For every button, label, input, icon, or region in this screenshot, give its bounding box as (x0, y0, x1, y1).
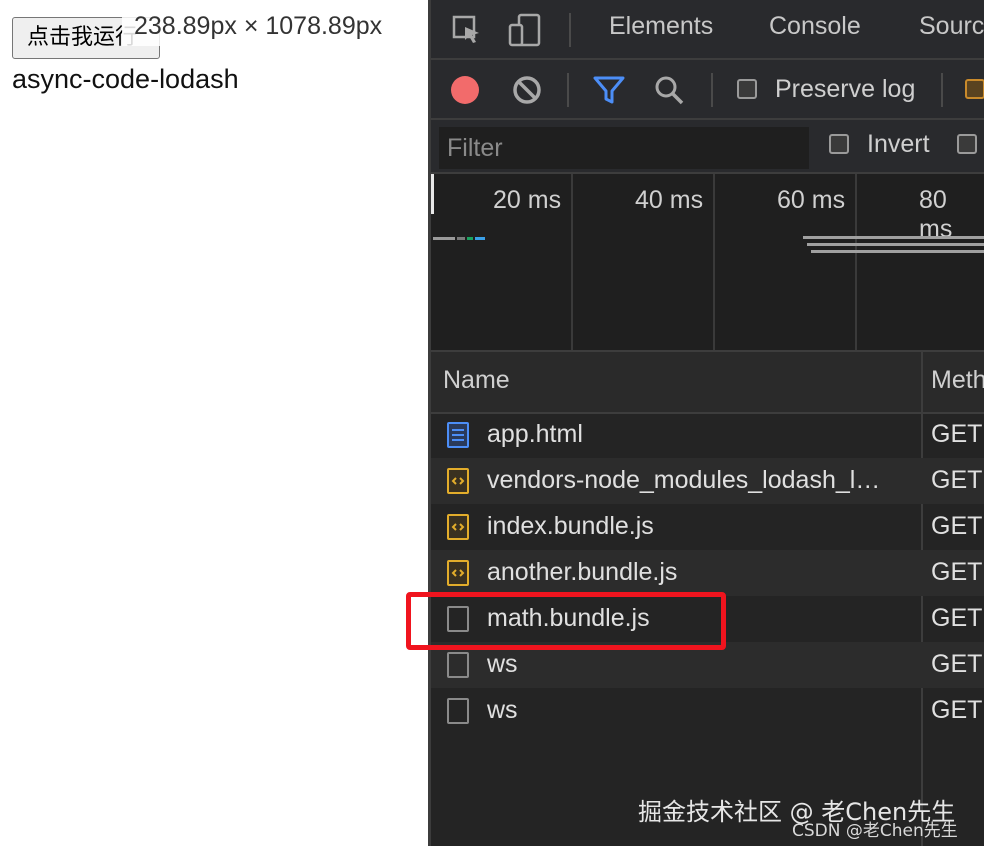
table-row[interactable]: vendors-node_modules_lodash_l… GET (431, 458, 984, 504)
request-method: GET (931, 558, 983, 586)
script-icon (447, 468, 469, 494)
blank-file-icon (447, 652, 469, 678)
table-row[interactable]: another.bundle.js GET (431, 550, 984, 596)
invert-checkbox[interactable] (829, 134, 849, 154)
search-icon[interactable] (649, 70, 689, 110)
table-row[interactable]: app.html GET (431, 412, 984, 458)
filter-input[interactable] (439, 127, 809, 169)
column-header-name[interactable]: Name (443, 366, 510, 395)
toolbar-divider (941, 73, 943, 107)
watermark-csdn: CSDN @老Chen先生 (792, 821, 958, 841)
toolbar-divider (569, 13, 571, 47)
request-name: ws (487, 696, 518, 724)
devtools-panel: Elements Console Sourc Preserve log Inve… (428, 0, 984, 846)
request-method: GET (931, 604, 983, 632)
request-method: GET (931, 696, 983, 724)
request-method: GET (931, 420, 983, 448)
script-icon (447, 560, 469, 586)
network-overview-timeline[interactable]: 20 ms 40 ms 60 ms 80 ms (431, 174, 984, 352)
request-method: GET (931, 512, 983, 540)
timeline-request-bars (433, 236, 984, 253)
table-row[interactable]: index.bundle.js GET (431, 504, 984, 550)
table-header: Name Meth (431, 352, 984, 414)
hide-data-urls-checkbox[interactable] (957, 134, 977, 154)
page-body-text: async-code-lodash (12, 64, 239, 94)
clear-icon[interactable] (507, 70, 547, 110)
request-name: index.bundle.js (487, 512, 654, 540)
preserve-log-label: Preserve log (775, 75, 916, 103)
invert-label: Invert (867, 130, 930, 158)
tab-elements[interactable]: Elements (609, 12, 713, 41)
filter-icon[interactable] (589, 70, 629, 110)
script-icon (447, 514, 469, 540)
highlight-annotation-box (406, 592, 726, 650)
request-name: ws (487, 650, 518, 678)
column-header-method[interactable]: Meth (931, 366, 984, 395)
network-toolbar: Preserve log (431, 60, 984, 120)
dimension-tooltip: 238.89px × 1078.89px (122, 10, 395, 46)
inspect-element-icon[interactable] (447, 10, 487, 50)
devtools-main-toolbar: Elements Console Sourc (431, 0, 984, 60)
device-toolbar-icon[interactable] (505, 10, 545, 50)
request-name: another.bundle.js (487, 558, 678, 586)
disable-cache-checkbox[interactable] (965, 79, 984, 99)
tab-console[interactable]: Console (769, 12, 861, 41)
request-method: GET (931, 650, 983, 678)
preserve-log-checkbox[interactable] (737, 79, 757, 99)
document-icon (447, 422, 469, 448)
toolbar-divider (711, 73, 713, 107)
blank-file-icon (447, 698, 469, 724)
request-name: vendors-node_modules_lodash_l… (487, 466, 881, 494)
filter-bar: Invert (431, 120, 984, 174)
tab-sources[interactable]: Sourc (919, 12, 984, 41)
request-method: GET (931, 466, 983, 494)
web-page: 点击我运行 238.89px × 1078.89px async-code-lo… (0, 0, 428, 846)
record-icon[interactable] (445, 70, 485, 110)
table-row[interactable]: ws GET (431, 688, 984, 734)
request-name: app.html (487, 420, 583, 448)
toolbar-divider (567, 73, 569, 107)
